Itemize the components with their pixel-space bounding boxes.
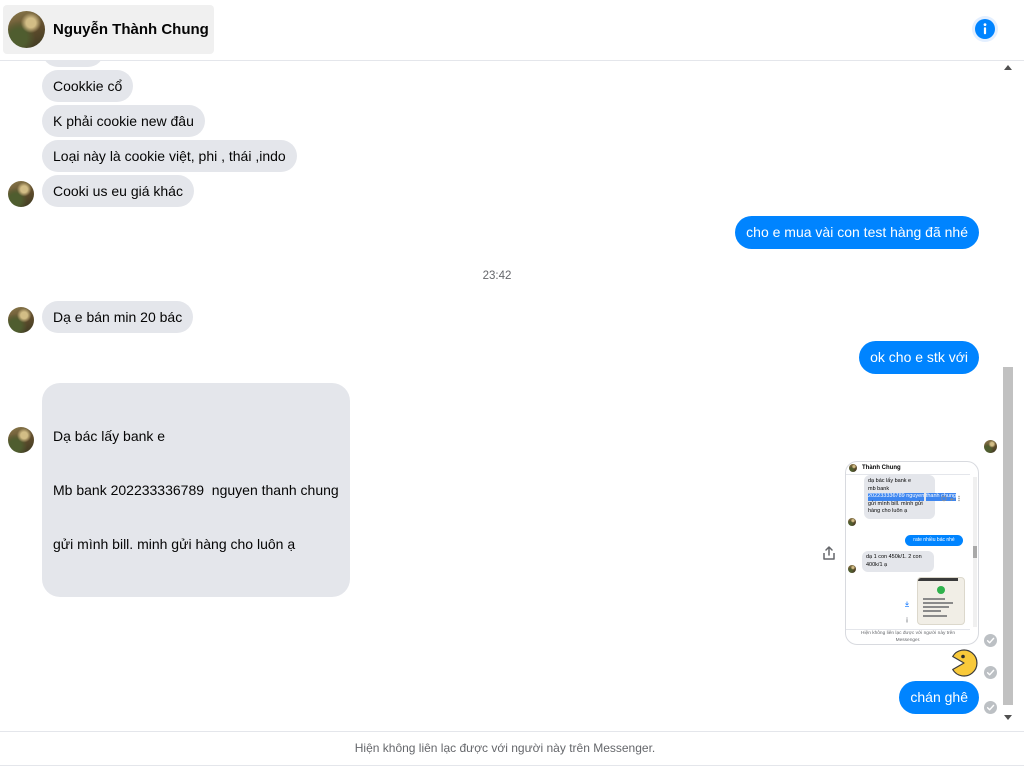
mini-more-icon xyxy=(906,617,908,623)
message-bubble-outgoing[interactable]: ok cho e stk với xyxy=(859,341,979,374)
seen-check-icon xyxy=(984,666,997,679)
contact-profile-button[interactable]: Nguyễn Thành Chung xyxy=(3,5,214,54)
mini-receipt-text xyxy=(923,602,953,604)
message-bubble-incoming[interactable]: Cookkie cổ xyxy=(42,70,134,102)
mini-header-name: Thành Chung xyxy=(862,465,901,471)
mini-reply-bubble: dạ 1 con 450k/1. 2 con 400k/1 ạ xyxy=(862,551,934,573)
mini-message-line: hàng cho luôn ạ xyxy=(868,508,908,515)
mini-message-line: mb bank xyxy=(868,485,890,492)
scroll-up-arrow[interactable] xyxy=(1004,65,1012,70)
contact-avatar-icon[interactable] xyxy=(8,427,34,453)
mini-receipt-status-bar xyxy=(918,578,958,581)
mini-receipt-text xyxy=(923,610,941,612)
info-button[interactable] xyxy=(972,16,998,42)
image-attachment[interactable]: Thành Chung dạ bác lấy bank e mb bank 20… xyxy=(845,461,979,645)
message-bubble-outgoing[interactable]: cho e mua vài con test hàng đã nhé xyxy=(735,216,979,249)
mini-footer-notice: Hiện không liên lạc được với người này t… xyxy=(846,631,970,644)
mini-message-line: dạ 1 con 450k/1. 2 con xyxy=(866,554,922,560)
mini-scrollbar-thumb xyxy=(973,546,977,558)
message-text: K phải cookie new đâu xyxy=(53,113,194,129)
mini-footer-line: Hiện không liên lạc được với người này t… xyxy=(861,631,955,636)
seen-check-icon xyxy=(984,634,997,647)
message-line: Dạ bác lấy bank e xyxy=(53,428,166,444)
contact-avatar-icon[interactable] xyxy=(8,11,45,48)
mini-receipt-text xyxy=(923,615,947,617)
mini-outgoing-bubble: rate nhiều bác nhé xyxy=(905,535,963,546)
pacman-sticker-icon[interactable] xyxy=(950,648,978,678)
seen-check-icon xyxy=(984,701,997,714)
message-text: cho e mua vài con test hàng đã nhé xyxy=(746,224,968,240)
mini-avatar-icon xyxy=(849,464,857,472)
contact-name[interactable]: Nguyễn Thành Chung xyxy=(53,5,209,54)
message-list[interactable]: Cookkie cổ K phải cookie new đâu Loại nà… xyxy=(0,61,1000,731)
message-text: chán ghê xyxy=(910,689,968,705)
message-bubble-incoming[interactable]: Dạ bác lấy bank e Mb bank 202233336789 n… xyxy=(42,383,350,597)
share-icon[interactable] xyxy=(821,545,837,561)
message-line: gửi mình bill. minh gửi hàng cho luôn ạ xyxy=(53,536,296,552)
mini-footer-divider xyxy=(846,629,970,630)
contact-avatar-icon[interactable] xyxy=(8,181,34,207)
mini-receipt-text xyxy=(923,606,949,608)
message-bubble-incoming[interactable]: Cooki us eu giá khác xyxy=(42,175,194,207)
message-bubble-partial xyxy=(42,61,104,67)
success-check-icon xyxy=(937,586,945,594)
read-receipt-avatar-icon xyxy=(984,440,997,453)
message-bubble-incoming[interactable]: K phải cookie new đâu xyxy=(42,105,205,137)
scroll-down-arrow[interactable] xyxy=(1004,715,1012,720)
mini-message-line: 400k/1 ạ xyxy=(866,561,888,568)
mini-message-line: 202233336789 nguyen xyxy=(868,493,925,501)
mini-receipt-text xyxy=(923,598,945,600)
message-bubble-incoming[interactable]: Dạ e bán min 20 bác xyxy=(42,301,194,333)
message-scrollbar[interactable] xyxy=(1001,61,1016,731)
mini-footer-line: Messenger. xyxy=(895,637,921,643)
message-text: Cookkie cổ xyxy=(53,78,123,94)
scrollbar-thumb[interactable] xyxy=(1003,367,1013,705)
mini-message-actions-icon xyxy=(941,495,960,502)
message-text: Cooki us eu giá khác xyxy=(53,183,183,199)
message-line: Mb bank 202233336789 nguyen thanh chung xyxy=(53,482,339,498)
chat-header: Nguyễn Thành Chung xyxy=(0,0,1024,61)
mini-message-bubble: dạ bác lấy bank e mb bank 202233336789 n… xyxy=(864,475,957,519)
mini-scrollbar xyxy=(973,477,977,627)
mini-message-line: dạ bác lấy bank e xyxy=(868,478,912,484)
message-text: Dạ e bán min 20 bác xyxy=(53,309,183,325)
timestamp-divider: 23:42 xyxy=(482,270,512,282)
mini-message-line: gửi mình bill. mình gửi xyxy=(868,500,923,507)
mini-download-icon xyxy=(905,601,909,607)
mini-avatar-icon xyxy=(848,518,856,526)
message-text: Loại này là cookie việt, phi , thái ,ind… xyxy=(53,148,286,164)
info-icon xyxy=(975,19,995,39)
contact-avatar-icon[interactable] xyxy=(8,307,34,333)
mini-receipt-image xyxy=(917,577,965,625)
message-bubble-incoming[interactable]: Loại này là cookie việt, phi , thái ,ind… xyxy=(42,140,297,172)
mini-avatar-icon xyxy=(848,565,856,573)
unavailable-notice: Hiện không liên lạc được với người này t… xyxy=(0,731,1024,766)
message-text: ok cho e stk với xyxy=(870,349,968,365)
message-bubble-outgoing[interactable]: chán ghê xyxy=(899,681,979,714)
